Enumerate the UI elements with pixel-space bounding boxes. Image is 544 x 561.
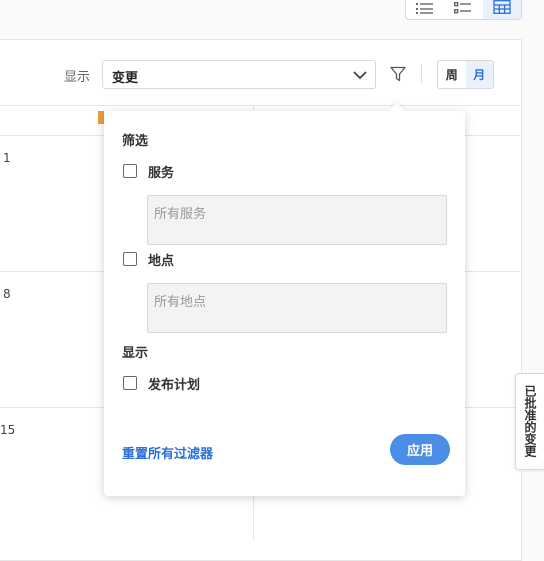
- display-select[interactable]: 变更: [102, 60, 376, 89]
- toolbar-divider: [421, 65, 422, 83]
- view-switcher: [405, 0, 522, 20]
- display-select-value: 变更: [112, 71, 139, 86]
- calendar-day-number: 1: [3, 151, 11, 165]
- period-toggle: 周 月: [437, 60, 494, 89]
- service-label: 服务: [148, 166, 175, 181]
- filter-popover: 筛选 服务 所有服务 地点 所有地点 显示 发布计划 重置所有过滤器 应用: [104, 102, 465, 496]
- location-label: 地点: [148, 254, 175, 269]
- display-label: 显示: [64, 70, 91, 85]
- list-view-button[interactable]: [406, 0, 444, 19]
- reset-filters-link[interactable]: 重置所有过滤器: [122, 443, 213, 462]
- filter-icon: [390, 66, 406, 82]
- list-icon: [416, 3, 434, 14]
- calendar-day-number: 8: [3, 287, 11, 301]
- location-checkbox[interactable]: [123, 252, 137, 266]
- calendar-header-top-border: [0, 105, 520, 106]
- side-tab-label: 已批准的变更: [523, 385, 537, 457]
- filter-section-title: 筛选: [122, 134, 149, 149]
- service-filter-input[interactable]: 所有服务: [147, 195, 447, 245]
- location-filter-placeholder: 所有地点: [154, 295, 207, 310]
- week-button[interactable]: 周: [438, 61, 466, 88]
- calendar-view-button[interactable]: [482, 0, 521, 19]
- service-checkbox[interactable]: [123, 164, 137, 178]
- checklist-view-button[interactable]: [444, 0, 482, 19]
- month-button[interactable]: 月: [465, 61, 493, 88]
- location-filter-input[interactable]: 所有地点: [147, 283, 447, 333]
- display-section-title: 显示: [122, 346, 149, 361]
- calendar-day-number: 15: [0, 423, 16, 437]
- apply-button[interactable]: 应用: [390, 434, 450, 465]
- filter-button[interactable]: [387, 63, 409, 85]
- approved-changes-side-tab[interactable]: 已批准的变更: [515, 373, 544, 470]
- checklist-icon: [454, 2, 472, 14]
- publish-plan-label: 发布计划: [148, 378, 201, 393]
- service-filter-placeholder: 所有服务: [154, 207, 207, 222]
- publish-plan-checkbox[interactable]: [123, 376, 137, 390]
- chevron-down-icon: [353, 71, 367, 80]
- calendar-grid-icon: [493, 0, 511, 14]
